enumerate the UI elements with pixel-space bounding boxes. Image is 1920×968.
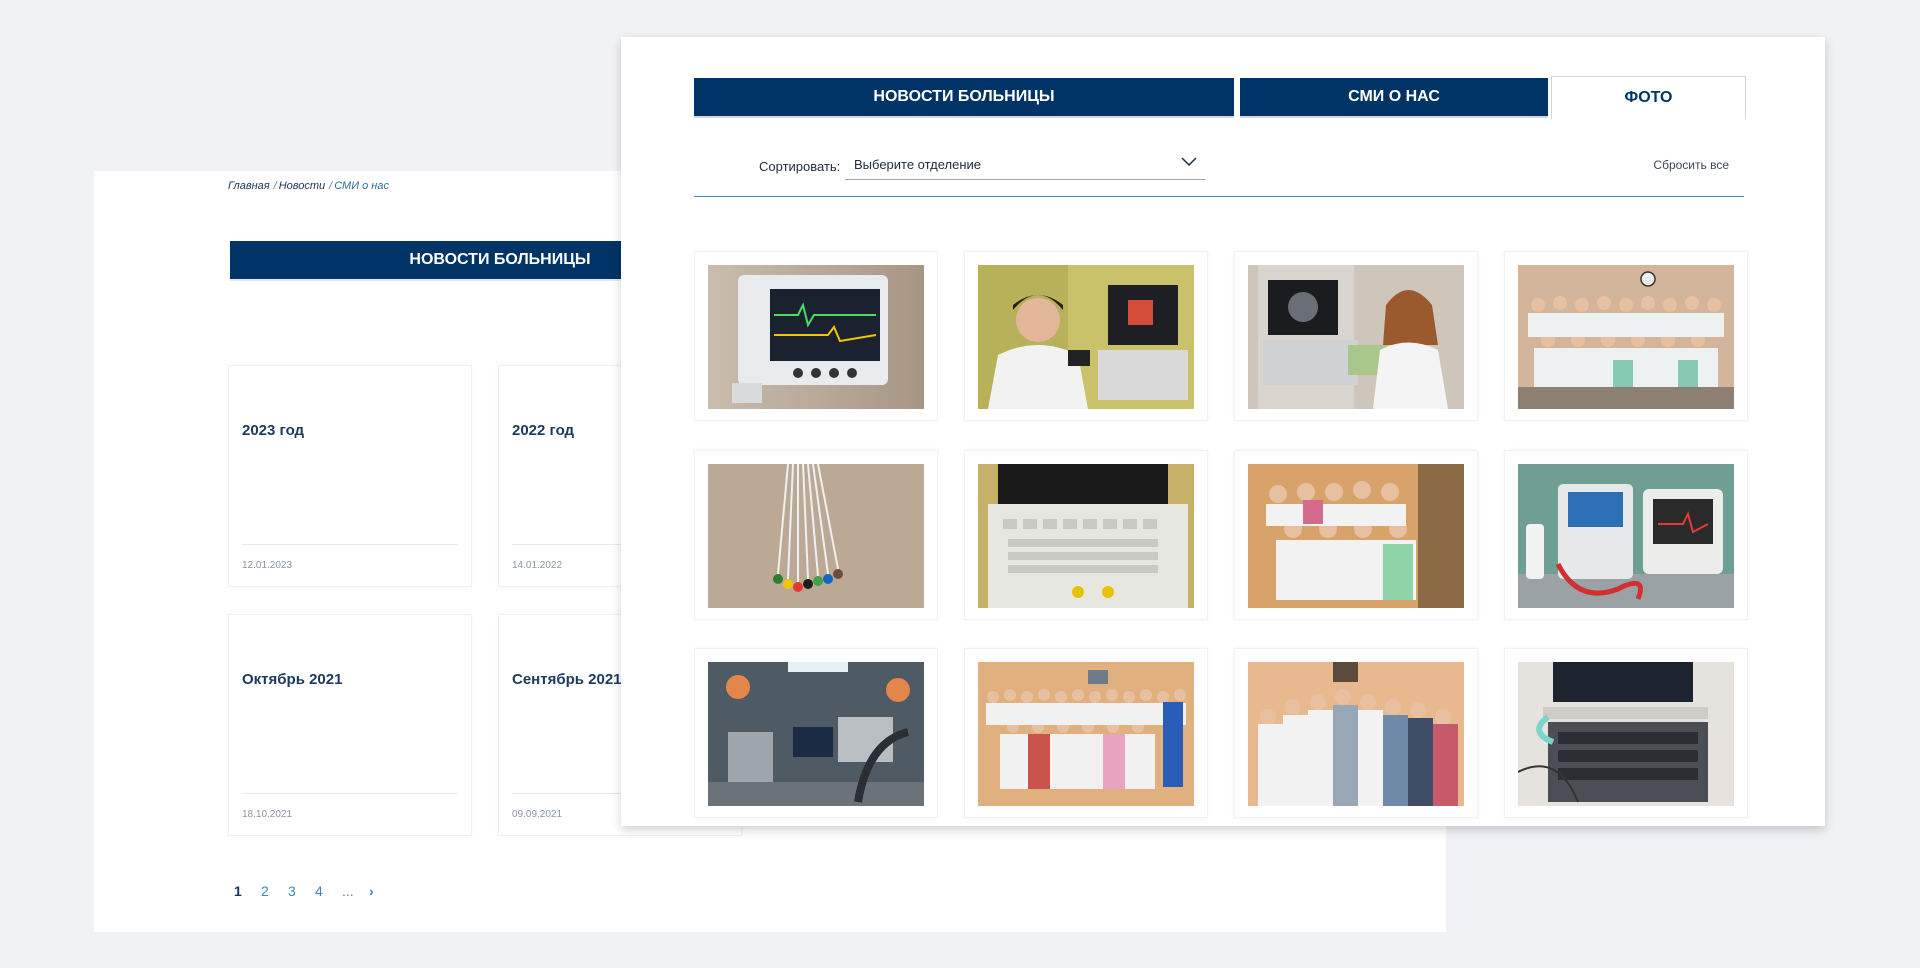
photo-gallery-page: НОВОСТИ БОЛЬНИЦЫ СМИ О НАС ФОТО Сортиров… xyxy=(621,37,1825,826)
news-card-title[interactable]: 2023 год xyxy=(242,422,304,439)
page-link-2[interactable]: 2 xyxy=(261,883,288,899)
photo-doctor-ultrasound-icon[interactable] xyxy=(978,265,1194,409)
breadcrumb-separator: / xyxy=(273,180,277,192)
news-card-date: 14.01.2022 xyxy=(512,560,563,571)
pagination: 1 2 3 4 ... › xyxy=(234,883,396,899)
photo-card[interactable] xyxy=(964,251,1208,421)
news-card-title[interactable]: Сентябрь 2021 xyxy=(512,671,622,688)
photo-ultrasound-machine-doctor-icon[interactable] xyxy=(1248,265,1464,409)
news-card[interactable]: Октябрь 2021 18.10.2021 xyxy=(228,614,472,836)
photo-operating-room-icon[interactable] xyxy=(708,662,924,806)
sort-bar: Сортировать: Выберите отделение Сбросить… xyxy=(694,149,1744,189)
page-link-3[interactable]: 3 xyxy=(288,883,315,899)
photo-endoscopy-cart-icon[interactable] xyxy=(1518,662,1734,806)
tab-media-about-us[interactable]: СМИ О НАС xyxy=(1240,78,1548,116)
photo-doctors-group-office-icon[interactable] xyxy=(1248,464,1464,608)
breadcrumb-home-link[interactable]: Главная xyxy=(228,180,270,192)
photo-card[interactable] xyxy=(694,648,938,818)
breadcrumb: Главная / Новости / СМИ о нас xyxy=(228,180,391,192)
photo-ecg-cables-icon[interactable] xyxy=(708,464,924,608)
photo-card[interactable] xyxy=(1504,251,1748,421)
page-link-4[interactable]: 4 xyxy=(315,883,342,899)
chevron-right-icon[interactable]: › xyxy=(369,883,396,899)
tab-bar: НОВОСТИ БОЛЬНИЦЫ СМИ О НАС ФОТО xyxy=(694,76,1746,119)
news-card-date: 18.10.2021 xyxy=(242,809,293,820)
page-ellipsis: ... xyxy=(342,883,354,899)
news-card-title[interactable]: Октябрь 2021 xyxy=(242,671,342,688)
chevron-down-icon xyxy=(1181,157,1197,167)
page-link-1[interactable]: 1 xyxy=(234,883,261,899)
photo-patient-monitor-icon[interactable] xyxy=(708,265,924,409)
breadcrumb-separator: / xyxy=(329,180,333,192)
news-card-date: 09.09.2021 xyxy=(512,809,563,820)
photo-card[interactable] xyxy=(964,648,1208,818)
news-card-divider xyxy=(242,544,458,545)
photo-card[interactable] xyxy=(1234,450,1478,620)
department-select[interactable]: Выберите отделение xyxy=(845,149,1205,180)
news-card-date: 12.01.2023 xyxy=(242,560,293,571)
breadcrumb-current: СМИ о нас xyxy=(334,180,389,192)
photo-card[interactable] xyxy=(964,450,1208,620)
photo-large-staff-group-icon[interactable] xyxy=(978,662,1194,806)
photo-card[interactable] xyxy=(1504,648,1748,818)
photo-card[interactable] xyxy=(694,251,938,421)
sort-label: Сортировать: xyxy=(759,159,841,174)
tab-photo[interactable]: ФОТО xyxy=(1551,76,1746,119)
tab-hospital-news[interactable]: НОВОСТИ БОЛЬНИЦЫ xyxy=(694,78,1234,116)
photo-card[interactable] xyxy=(1504,450,1748,620)
photo-staff-group-standing-icon[interactable] xyxy=(1248,662,1464,806)
photo-staff-group-icon[interactable] xyxy=(1518,265,1734,409)
news-card-title[interactable]: 2022 год xyxy=(512,422,574,439)
reset-all-button[interactable]: Сбросить все xyxy=(1653,158,1729,172)
photo-card[interactable] xyxy=(694,450,938,620)
filter-divider xyxy=(694,196,1744,197)
department-select-value: Выберите отделение xyxy=(854,157,982,172)
breadcrumb-news-link[interactable]: Новости xyxy=(279,180,325,192)
news-card-divider xyxy=(242,793,458,794)
photo-card[interactable] xyxy=(1234,251,1478,421)
photo-card[interactable] xyxy=(1234,648,1478,818)
photo-defibrillator-icon[interactable] xyxy=(1518,464,1734,608)
photo-ultrasound-keyboard-icon[interactable] xyxy=(978,464,1194,608)
news-card[interactable]: 2023 год 12.01.2023 xyxy=(228,365,472,587)
